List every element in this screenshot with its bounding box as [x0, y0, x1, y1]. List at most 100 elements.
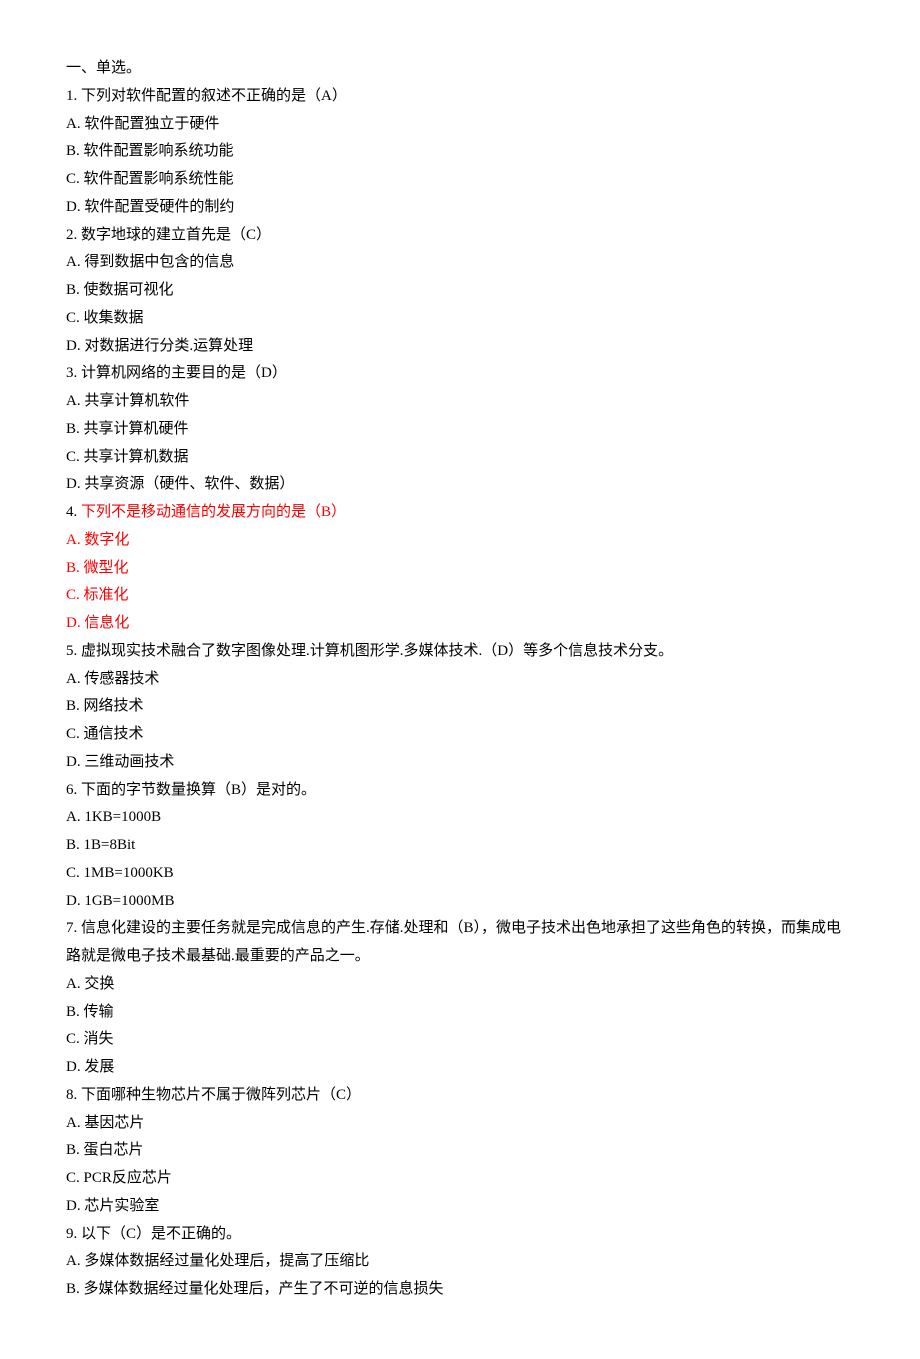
option-text: 软件配置独立于硬件 [84, 116, 219, 132]
option: D. 发展 [66, 1054, 854, 1082]
option-label: D [66, 1198, 77, 1214]
option: C. PCR反应芯片 [66, 1165, 854, 1193]
question-stem: 4. 下列不是移动通信的发展方向的是（B） [66, 499, 854, 527]
option: A. 1KB=1000B [66, 804, 854, 832]
option: B. 软件配置影响系统功能 [66, 138, 854, 166]
option-text: 共享计算机硬件 [84, 421, 189, 437]
separator-dot: . [74, 88, 82, 104]
separator-dot: . [76, 421, 84, 437]
option-text: 微型化 [84, 560, 129, 576]
option-label: A [66, 976, 77, 992]
separator-dot: . [76, 726, 84, 742]
option-text: 信息化 [84, 615, 129, 631]
option-text: 基因芯片 [84, 1115, 144, 1131]
option-label: C [66, 171, 76, 187]
option: C. 通信技术 [66, 721, 854, 749]
option: D. 共享资源（硬件、软件、数据） [66, 471, 854, 499]
question-stem: 5. 虚拟现实技术融合了数字图像处理.计算机图形学.多媒体技术.（D）等多个信息… [66, 638, 854, 666]
separator-dot: . [76, 171, 84, 187]
option-label: B [66, 698, 76, 714]
option: C. 1MB=1000KB [66, 860, 854, 888]
option-label: B [66, 282, 76, 298]
question-text: 信息化建设的主要任务就是完成信息的产生.存储.处理和（B），微电子技术出色地承担… [66, 920, 841, 964]
separator-dot: . [76, 449, 84, 465]
option: A. 多媒体数据经过量化处理后，提高了压缩比 [66, 1248, 854, 1276]
question-stem: 2. 数字地球的建立首先是（C） [66, 222, 854, 250]
option-label: A [66, 671, 77, 687]
option-text: 1GB=1000MB [84, 893, 174, 909]
option-text: 蛋白芯片 [84, 1142, 144, 1158]
separator-dot: . [76, 1004, 84, 1020]
option-label: B [66, 1004, 76, 1020]
option: B. 微型化 [66, 555, 854, 583]
option-label: B [66, 837, 76, 853]
option-label: D [66, 199, 77, 215]
option-label: C [66, 865, 76, 881]
option-label: A [66, 254, 77, 270]
separator-dot: . [76, 1170, 84, 1186]
question-number: 3 [66, 365, 74, 381]
option: C. 共享计算机数据 [66, 444, 854, 472]
option-text: 三维动画技术 [84, 754, 174, 770]
option-text: 消失 [84, 1031, 114, 1047]
option-text: 交换 [84, 976, 114, 992]
option-label: A [66, 809, 77, 825]
option: B. 网络技术 [66, 693, 854, 721]
question-number: 4 [66, 504, 74, 520]
option-text: 软件配置影响系统性能 [84, 171, 234, 187]
option: D. 对数据进行分类.运算处理 [66, 333, 854, 361]
question-text: 虚拟现实技术融合了数字图像处理.计算机图形学.多媒体技术.（D）等多个信息技术分… [81, 643, 673, 659]
option-text: 对数据进行分类.运算处理 [84, 338, 253, 354]
separator-dot: . [74, 365, 82, 381]
separator-dot: . [76, 310, 84, 326]
option-text: 发展 [84, 1059, 114, 1075]
option-label: C [66, 587, 76, 603]
separator-dot: . [76, 560, 84, 576]
separator-dot: . [76, 587, 84, 603]
question-stem: 3. 计算机网络的主要目的是（D） [66, 360, 854, 388]
option-text: 芯片实验室 [84, 1198, 159, 1214]
option: A. 传感器技术 [66, 666, 854, 694]
separator-dot: . [74, 504, 82, 520]
separator-dot: . [76, 1142, 84, 1158]
option-label: B [66, 1142, 76, 1158]
question-number: 7 [66, 920, 74, 936]
option-label: C [66, 310, 76, 326]
question-stem: 8. 下面哪种生物芯片不属于微阵列芯片（C） [66, 1082, 854, 1110]
option: B. 1B=8Bit [66, 832, 854, 860]
separator-dot: . [76, 143, 84, 159]
option: A. 数字化 [66, 527, 854, 555]
separator-dot: . [74, 1087, 82, 1103]
question-number: 5 [66, 643, 74, 659]
option-text: 软件配置影响系统功能 [84, 143, 234, 159]
option: C. 收集数据 [66, 305, 854, 333]
option: C. 软件配置影响系统性能 [66, 166, 854, 194]
question-text: 下列对软件配置的叙述不正确的是（A） [81, 88, 347, 104]
option-text: 共享计算机软件 [84, 393, 189, 409]
option-text: PCR反应芯片 [84, 1170, 172, 1186]
option-label: D [66, 893, 77, 909]
question-stem: 6. 下面的字节数量换算（B）是对的。 [66, 777, 854, 805]
option-label: C [66, 1170, 76, 1186]
option-text: 收集数据 [84, 310, 144, 326]
option-text: 传输 [84, 1004, 114, 1020]
option: D. 芯片实验室 [66, 1193, 854, 1221]
question-text: 下面哪种生物芯片不属于微阵列芯片（C） [81, 1087, 361, 1103]
option-label: D [66, 615, 77, 631]
option-text: 多媒体数据经过量化处理后，提高了压缩比 [84, 1253, 369, 1269]
option-label: C [66, 449, 76, 465]
option: D. 软件配置受硬件的制约 [66, 194, 854, 222]
document-body: 一、单选。1. 下列对软件配置的叙述不正确的是（A）A. 软件配置独立于硬件B.… [66, 55, 854, 1304]
option-label: A [66, 1115, 77, 1131]
option-text: 1MB=1000KB [84, 865, 174, 881]
question-text: 下列不是移动通信的发展方向的是（B） [81, 504, 346, 520]
section-header: 一、单选。 [66, 55, 854, 83]
question-text: 计算机网络的主要目的是（D） [81, 365, 287, 381]
option: A. 软件配置独立于硬件 [66, 111, 854, 139]
option-text: 通信技术 [84, 726, 144, 742]
option-label: C [66, 726, 76, 742]
question-number: 6 [66, 782, 74, 798]
option: A. 基因芯片 [66, 1110, 854, 1138]
option: B. 蛋白芯片 [66, 1137, 854, 1165]
separator-dot: . [74, 920, 82, 936]
